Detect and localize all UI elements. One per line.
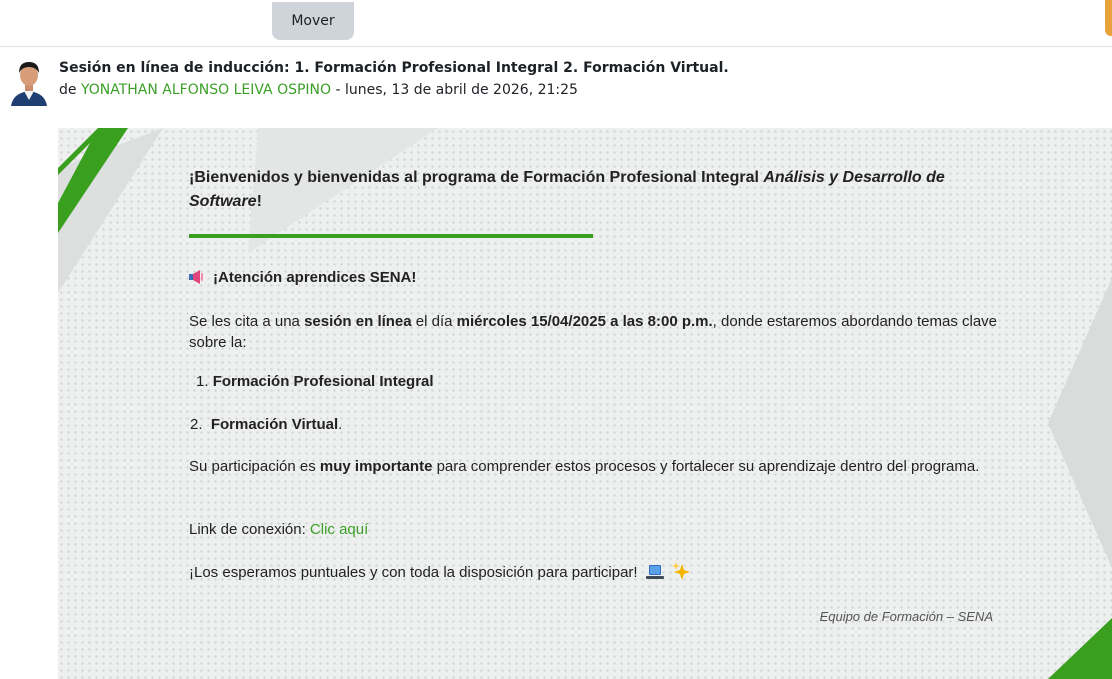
item-number: 2. [190, 416, 211, 433]
connection-link-line: Link de conexión: Clic aquí [189, 521, 368, 538]
welcome-end: ! [256, 193, 262, 210]
emphasis-text: muy importante [319, 458, 433, 475]
laptop-icon [645, 565, 664, 579]
by-prefix: de [59, 82, 81, 98]
item-text: Formación Profesional Integral [212, 373, 434, 390]
author-avatar[interactable] [9, 56, 49, 106]
item-text: Formación Virtual [210, 416, 339, 433]
attention-heading: ¡Atención aprendices SENA! [189, 269, 416, 286]
top-bar: Mover [0, 0, 1112, 47]
link-label: Link de conexión: [189, 521, 310, 538]
invite-text: el día [411, 313, 457, 330]
invite-paragraph: Se les cita a una sesión en línea el día… [189, 311, 999, 353]
attention-text: ¡Atención aprendices SENA! [213, 269, 417, 286]
invite-text: Se les cita a una [189, 313, 305, 330]
sparkles-icon [671, 562, 690, 580]
author-link[interactable]: YONATHAN ALFONSO LEIVA OSPINO [81, 82, 331, 98]
connection-link[interactable]: Clic aquí [310, 521, 368, 538]
signature: Equipo de Formación – SENA [819, 609, 993, 624]
post-byline: de YONATHAN ALFONSO LEIVA OSPINO - lunes… [59, 82, 578, 98]
farewell-text: ¡Los esperamos puntuales y con toda la d… [189, 564, 638, 581]
farewell-line: ¡Los esperamos puntuales y con toda la d… [189, 562, 690, 581]
green-divider [189, 234, 593, 238]
session-type: sesión en línea [304, 313, 412, 330]
participation-text: Su participación es [189, 458, 320, 475]
corner-badge[interactable] [1105, 0, 1112, 36]
participation-paragraph: Su participación es muy importante para … [189, 456, 999, 477]
announcement-card: ¡Bienvenidos y bienvenidas al programa d… [58, 128, 1112, 679]
topic-item-1: 1. Formación Profesional Integral [196, 373, 434, 390]
participation-text: para comprender estos procesos y fortale… [432, 458, 980, 475]
move-button[interactable]: Mover [272, 2, 354, 40]
welcome-heading: ¡Bienvenidos y bienvenidas al programa d… [189, 166, 949, 214]
item-end: . [338, 416, 343, 433]
welcome-text: ¡Bienvenidos y bienvenidas al programa d… [189, 169, 764, 186]
megaphone-icon [189, 270, 203, 284]
post-date: - lunes, 13 de abril de 2026, 21:25 [331, 82, 578, 98]
post-title: Sesión en línea de inducción: 1. Formaci… [59, 60, 729, 76]
session-date: miércoles 15/04/2025 a las 8:00 p.m. [456, 313, 713, 330]
topic-item-2: 2. Formación Virtual. [190, 416, 342, 433]
item-number: 1. [196, 373, 213, 390]
